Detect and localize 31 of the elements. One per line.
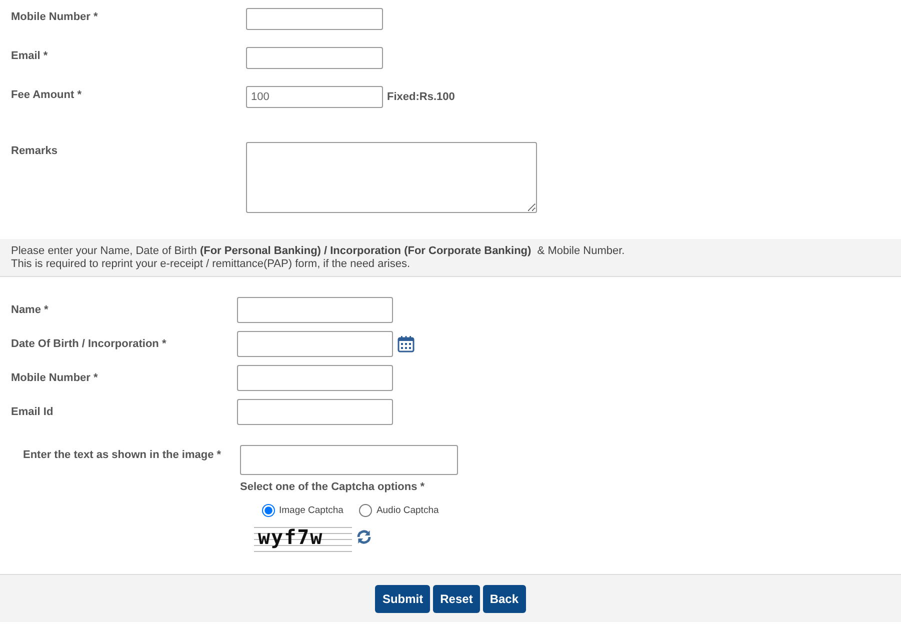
refresh-icon[interactable] (356, 529, 372, 546)
input-field[interactable] (237, 331, 393, 358)
input-field[interactable] (246, 47, 383, 69)
info-text: Please enter your Name, Date of Birth (For Personal Banking) / Incorporation (For Corporate Banking) & Mobile Number. (11, 245, 626, 258)
captcha-field[interactable] (240, 445, 458, 476)
field-label: Mobile Number * (11, 10, 99, 25)
field-label: Email Id (11, 405, 54, 420)
action-button[interactable]: Reset (433, 584, 480, 613)
field-label: Email * (11, 49, 49, 64)
field-label: Remarks (11, 144, 58, 159)
calendar-icon[interactable] (397, 335, 415, 354)
captcha-label: Enter the text as shown in the image * (23, 448, 222, 464)
input-field[interactable] (237, 297, 393, 324)
remarks-field[interactable] (246, 142, 537, 213)
fee-note: Fixed:Rs.100 (387, 90, 456, 106)
radio-label[interactable]: Audio Captcha (376, 504, 439, 518)
field-label: Name * (11, 303, 50, 318)
info-text: This is required to reprint your e-receipt / remittance(PAP) form, if the need arises. (11, 258, 412, 270)
action-button[interactable]: Back (482, 584, 526, 613)
input-field[interactable] (237, 365, 393, 392)
radio-button[interactable] (359, 504, 372, 518)
field-label: Mobile Number * (11, 371, 99, 386)
field-label: Date Of Birth / Incorporation * (11, 337, 168, 352)
action-button[interactable]: Submit (375, 584, 430, 613)
field-label: Fee Amount * (11, 88, 82, 103)
radio-button[interactable] (262, 504, 275, 518)
radio-label[interactable]: Image Captcha (279, 504, 344, 518)
input-field[interactable] (246, 8, 383, 30)
input-field[interactable]: 100 (246, 86, 383, 108)
captcha-prompt: Select one of the Captcha options * (240, 480, 426, 496)
input-field[interactable] (237, 399, 393, 426)
